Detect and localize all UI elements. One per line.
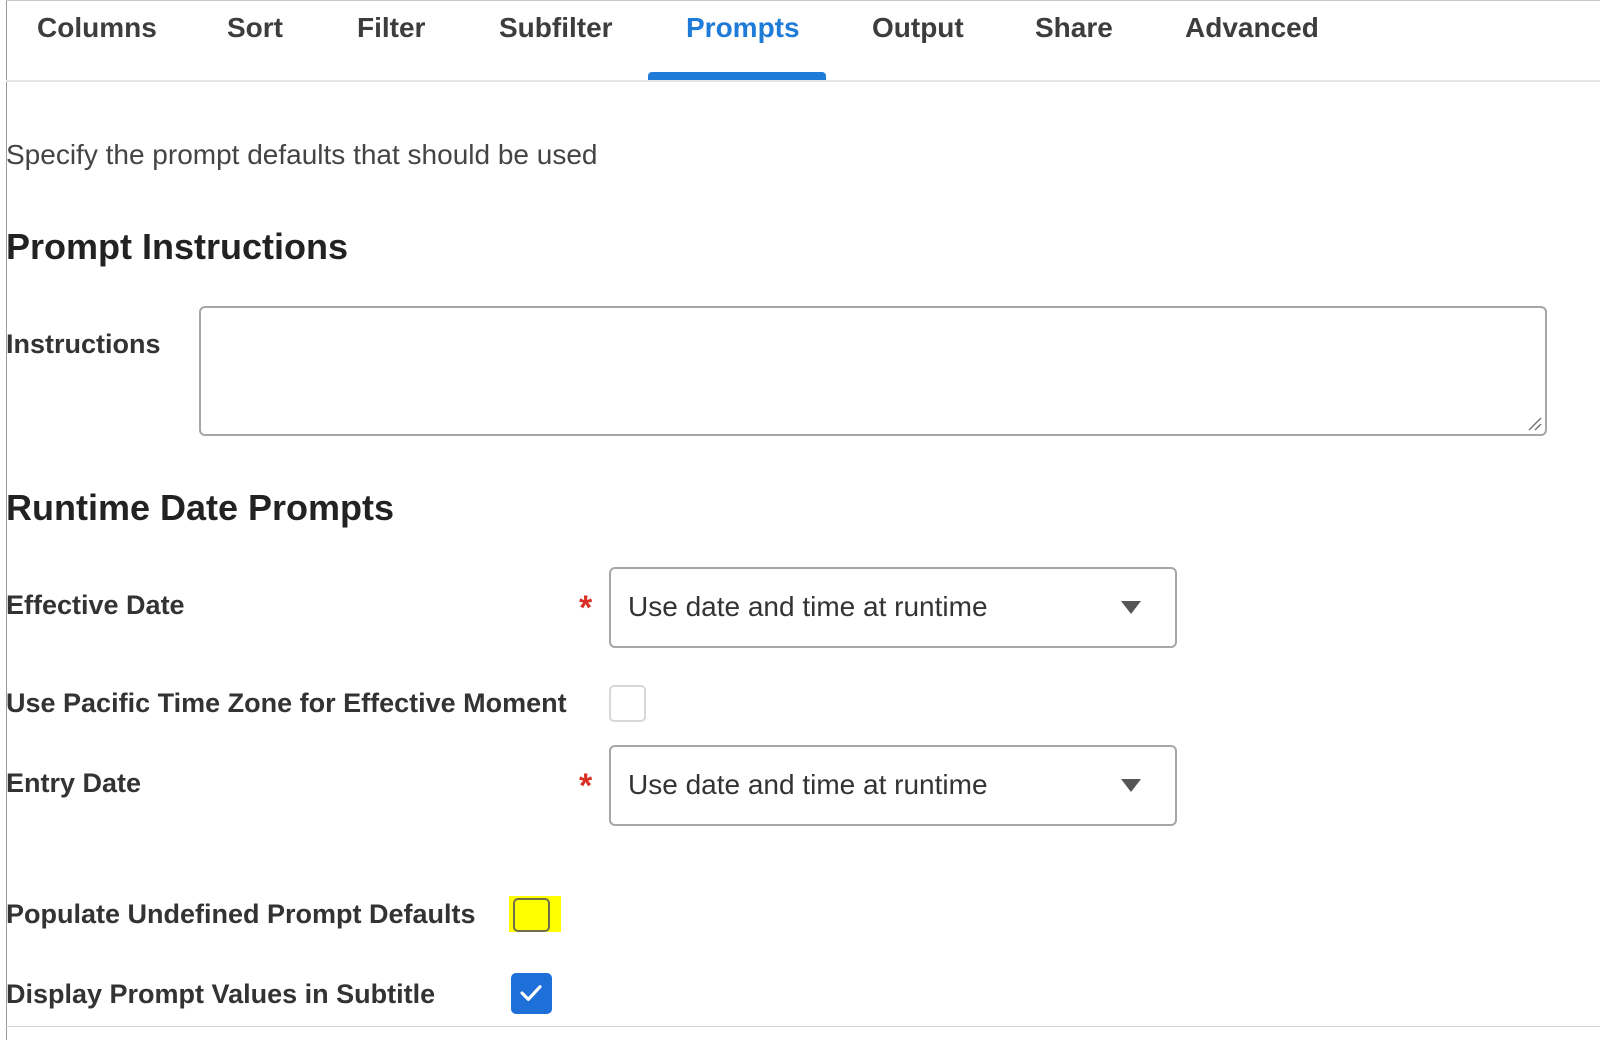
active-tab-indicator bbox=[648, 72, 826, 80]
tab-columns[interactable]: Columns bbox=[37, 12, 157, 44]
section-title-runtime-date-prompts: Runtime Date Prompts bbox=[6, 487, 395, 528]
tab-output[interactable]: Output bbox=[872, 12, 964, 44]
resize-grip-icon[interactable] bbox=[1526, 415, 1542, 431]
instructions-textarea[interactable] bbox=[199, 306, 1547, 436]
instructions-label: Instructions bbox=[6, 329, 161, 359]
section-title-prompt-instructions: Prompt Instructions bbox=[6, 226, 349, 267]
entry-date-value: Use date and time at runtime bbox=[628, 769, 988, 800]
pacific-time-zone-checkbox[interactable] bbox=[609, 685, 646, 722]
pacific-time-zone-label: Use Pacific Time Zone for Effective Mome… bbox=[6, 688, 567, 718]
entry-date-label: Entry Date bbox=[6, 768, 142, 798]
tab-subfilter[interactable]: Subfilter bbox=[499, 12, 613, 44]
populate-undefined-defaults-label: Populate Undefined Prompt Defaults bbox=[6, 899, 476, 929]
entry-date-select[interactable]: Use date and time at runtime bbox=[609, 745, 1177, 826]
required-asterisk: * bbox=[579, 589, 593, 627]
tab-sort[interactable]: Sort bbox=[227, 12, 283, 44]
required-asterisk: * bbox=[579, 767, 593, 805]
tab-prompts[interactable]: Prompts bbox=[686, 12, 800, 44]
tab-share[interactable]: Share bbox=[1035, 12, 1113, 44]
display-prompt-values-label: Display Prompt Values in Subtitle bbox=[6, 979, 436, 1009]
page-description: Specify the prompt defaults that should … bbox=[6, 139, 598, 170]
bottom-border bbox=[6, 1026, 1600, 1027]
report-definition-panel: Columns Sort Filter Subfilter Prompts Ou… bbox=[0, 0, 1600, 1058]
tab-filter[interactable]: Filter bbox=[357, 12, 425, 44]
chevron-down-icon[interactable] bbox=[1121, 601, 1141, 614]
effective-date-label: Effective Date bbox=[6, 590, 185, 620]
display-prompt-values-checkbox[interactable] bbox=[511, 973, 552, 1014]
effective-date-value: Use date and time at runtime bbox=[628, 591, 988, 622]
tab-bar: Columns Sort Filter Subfilter Prompts Ou… bbox=[6, 0, 1600, 82]
chevron-down-icon[interactable] bbox=[1121, 779, 1141, 792]
effective-date-select[interactable]: Use date and time at runtime bbox=[609, 567, 1177, 648]
tab-advanced[interactable]: Advanced bbox=[1185, 12, 1319, 44]
populate-undefined-defaults-checkbox[interactable] bbox=[513, 898, 550, 932]
checkmark-icon bbox=[520, 985, 542, 1001]
